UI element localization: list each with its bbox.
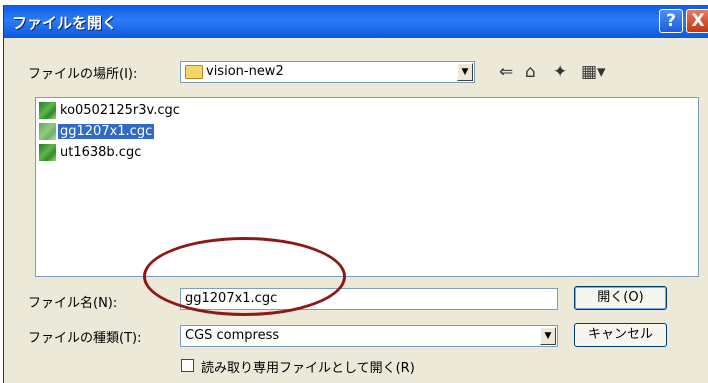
close-button[interactable]: X: [686, 9, 708, 33]
folder-icon: [185, 65, 203, 79]
list-item-selected[interactable]: gg1207x1.cgc: [39, 122, 155, 141]
cgc-file-icon: [39, 123, 56, 140]
back-icon[interactable]: ⇐: [499, 62, 513, 82]
cgc-file-icon: [39, 144, 56, 161]
title-bar[interactable]: ファイルを開く ? X: [4, 5, 708, 38]
chevron-down-icon[interactable]: ▼: [540, 327, 556, 345]
open-button[interactable]: 開く(O): [574, 286, 667, 310]
new-folder-icon[interactable]: ✦: [553, 62, 567, 82]
list-item[interactable]: ko0502125r3v.cgc: [39, 101, 182, 120]
look-in-value: vision-new2: [206, 64, 284, 79]
readonly-label: 読み取り専用ファイルとして開く(R): [201, 361, 415, 376]
cancel-button[interactable]: キャンセル: [574, 323, 667, 347]
cgc-file-icon: [39, 102, 56, 119]
chevron-down-icon[interactable]: ▼: [457, 63, 473, 81]
filename-label: ファイル名(N):: [28, 296, 118, 311]
help-button[interactable]: ?: [659, 9, 683, 33]
file-name: gg1207x1.cgc: [58, 124, 155, 139]
annotation-ellipse: [143, 237, 346, 316]
list-item[interactable]: ut1638b.cgc: [39, 143, 143, 162]
file-name: ut1638b.cgc: [60, 145, 142, 160]
view-menu-icon[interactable]: ▦▾: [581, 62, 606, 82]
dialog-title: ファイルを開く: [12, 14, 118, 32]
file-list[interactable]: ko0502125r3v.cgc gg1207x1.cgc ut1638b.cg…: [35, 97, 699, 277]
filetype-label: ファイルの種類(T):: [28, 331, 142, 346]
open-file-dialog: ファイルを開く ? X ファイルの場所(I): vision-new2 ▼ ⇐ …: [3, 5, 708, 383]
file-name: ko0502125r3v.cgc: [60, 103, 180, 118]
look-in-label: ファイルの場所(I):: [28, 67, 138, 82]
readonly-checkbox[interactable]: [181, 359, 194, 372]
filetype-value: CGS compress: [185, 328, 280, 343]
filetype-dropdown[interactable]: CGS compress ▼: [180, 325, 558, 347]
up-folder-icon[interactable]: ⌂: [525, 62, 536, 82]
look-in-dropdown[interactable]: vision-new2 ▼: [180, 61, 475, 83]
